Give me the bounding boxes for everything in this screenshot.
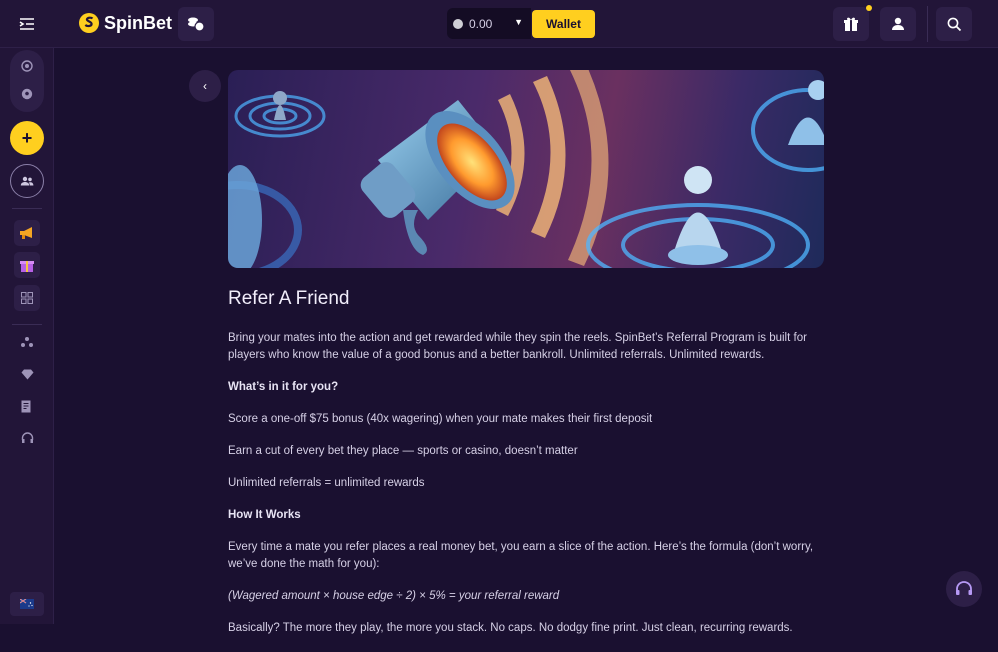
- megaphone-icon: [20, 227, 32, 239]
- sidebar-item-promotions[interactable]: [14, 220, 40, 246]
- gift-box-icon: [20, 261, 34, 272]
- balance-amount: 0.00: [469, 16, 493, 31]
- users-icon: [20, 176, 34, 186]
- chevron-left-icon: ‹: [203, 79, 207, 93]
- grid-icon: [21, 292, 33, 304]
- back-button[interactable]: ‹: [189, 70, 221, 102]
- headset-icon: [21, 432, 33, 443]
- sidebar-item-support[interactable]: [17, 428, 37, 448]
- search-button[interactable]: [936, 7, 972, 41]
- casino-chip-icon[interactable]: [17, 56, 37, 76]
- benefit-item: Unlimited referrals = unlimited rewards: [228, 477, 425, 489]
- formula-text: (Wagered amount × house edge ÷ 2) × 5% =…: [228, 590, 560, 602]
- user-icon: [892, 17, 904, 30]
- rewards-button[interactable]: [833, 5, 872, 41]
- headset-icon: [956, 581, 972, 595]
- search-icon: [947, 17, 961, 31]
- network-icon: [21, 337, 33, 347]
- plus-icon[interactable]: +: [10, 121, 44, 155]
- article: Refer A Friend Bring your mates into the…: [228, 288, 828, 652]
- closing-paragraph: Basically? The more they play, the more …: [228, 622, 793, 634]
- diamond-icon: [21, 369, 33, 379]
- coins-icon: [188, 17, 205, 32]
- sidebar: +: [0, 48, 54, 624]
- refer-friends-button[interactable]: [10, 164, 44, 198]
- coin-icon: [453, 18, 463, 29]
- coins-button[interactable]: [178, 7, 214, 41]
- flag-icon: [20, 599, 34, 609]
- menu-collapse-icon[interactable]: [10, 10, 44, 38]
- brand-name: SpinBet: [104, 12, 173, 33]
- gift-icon: [844, 17, 858, 31]
- top-header: SpinBet 0.00 ▼ Wallet: [0, 0, 998, 48]
- promo-banner-image: [228, 70, 824, 268]
- sidebar-item-rewards[interactable]: [14, 252, 40, 278]
- how-it-works-paragraph: Every time a mate you refer places a rea…: [228, 541, 814, 570]
- header-divider: [927, 6, 928, 42]
- sidebar-divider: [12, 324, 42, 325]
- sidebar-item-blog[interactable]: [17, 396, 37, 416]
- language-selector[interactable]: [10, 592, 44, 616]
- soccer-ball-icon[interactable]: [17, 84, 37, 104]
- notification-dot: [866, 5, 872, 11]
- page-title: Refer A Friend: [228, 288, 350, 309]
- intro-paragraph: Bring your mates into the action and get…: [228, 332, 807, 361]
- sidebar-item-community[interactable]: [17, 332, 37, 352]
- megaphone-illustration: [228, 70, 824, 268]
- sidebar-divider: [12, 208, 42, 209]
- sidebar-item-all-games[interactable]: [14, 285, 40, 311]
- live-support-button[interactable]: [946, 571, 982, 607]
- benefit-item: Earn a cut of every bet they place — spo…: [228, 445, 578, 457]
- document-edit-icon: [21, 400, 31, 412]
- benefit-item: Score a one-off $75 bonus (40x wagering)…: [228, 413, 653, 425]
- wallet-button[interactable]: Wallet: [532, 10, 595, 38]
- section-heading: How It Works: [228, 509, 301, 521]
- chevron-down-icon: ▼: [514, 17, 523, 27]
- account-button[interactable]: [880, 7, 916, 41]
- balance-selector[interactable]: 0.00 ▼: [447, 8, 531, 39]
- brand-logo[interactable]: SpinBet: [78, 12, 172, 34]
- sidebar-item-vip[interactable]: [17, 364, 37, 384]
- spinbet-logo-icon: [79, 13, 99, 33]
- section-heading: What’s in it for you?: [228, 381, 339, 393]
